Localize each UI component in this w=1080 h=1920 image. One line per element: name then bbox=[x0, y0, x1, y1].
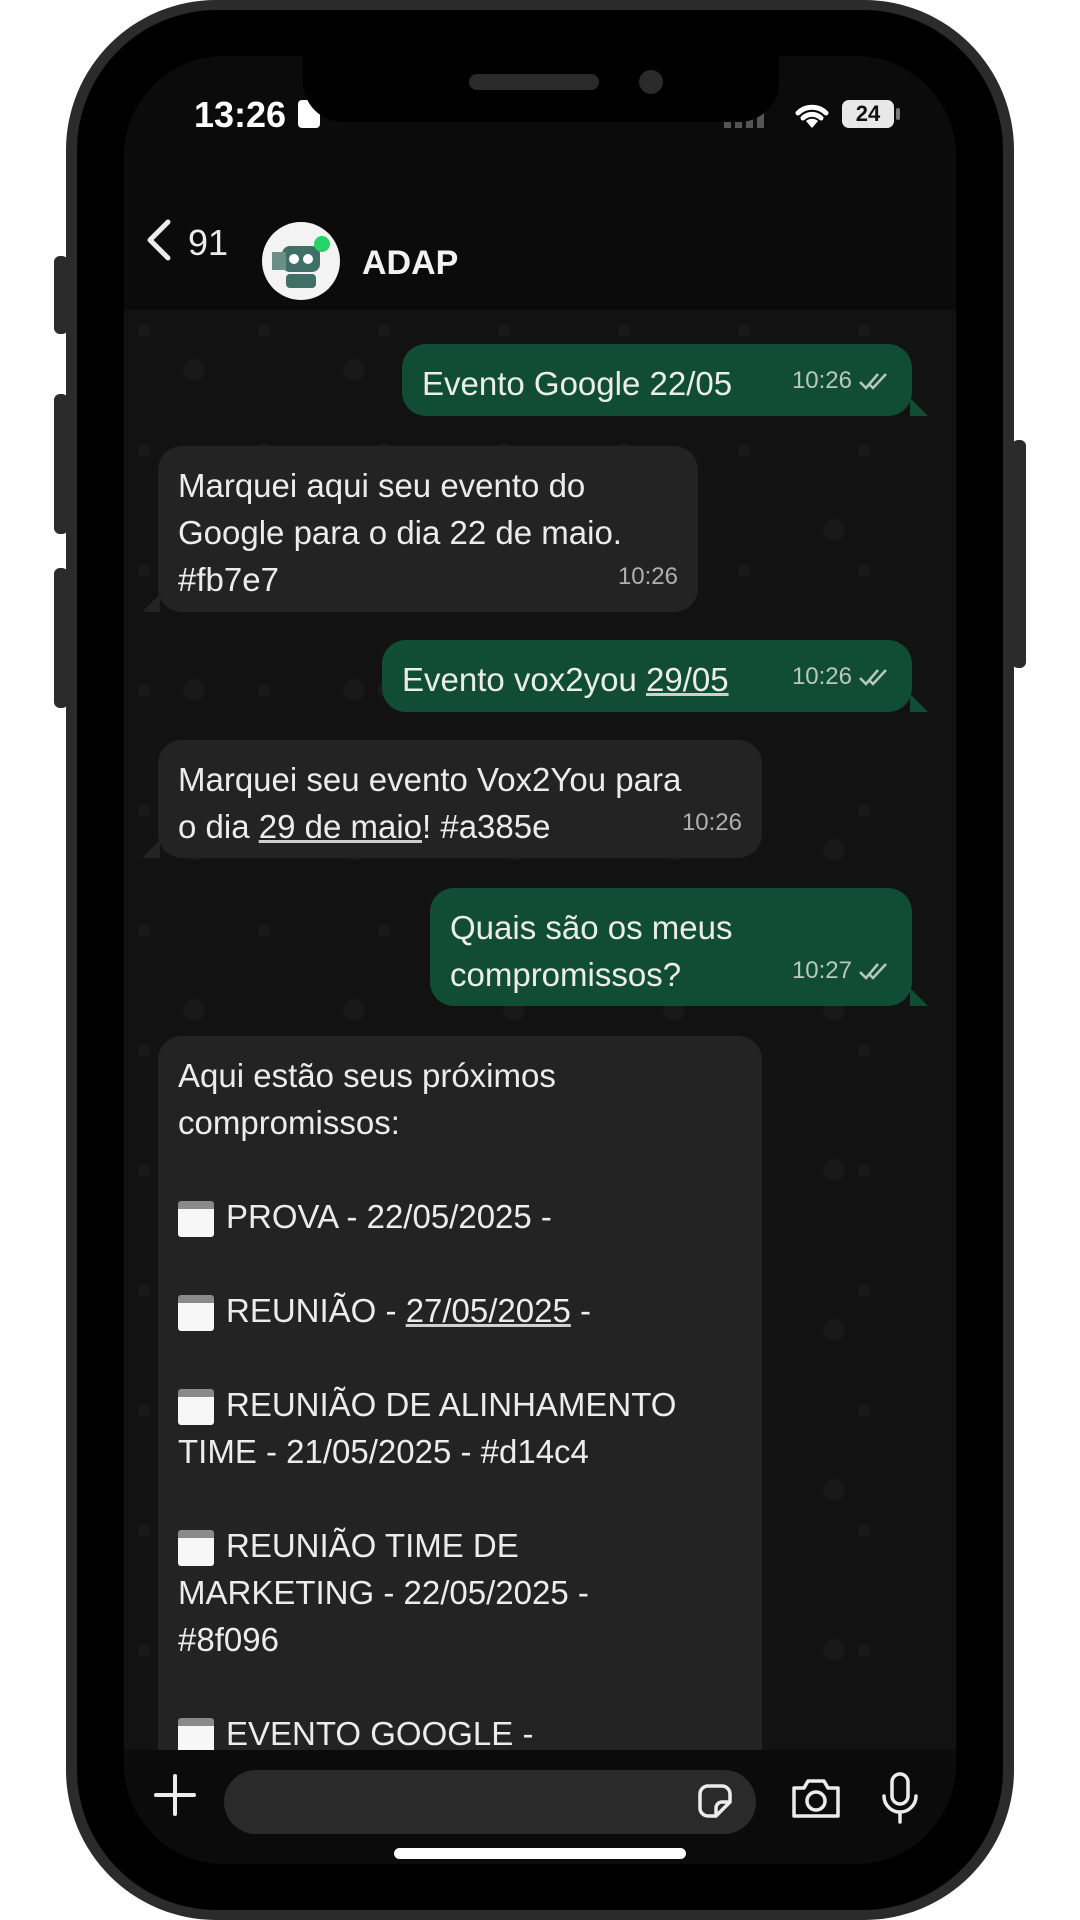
plus-icon[interactable] bbox=[152, 1772, 198, 1818]
list-item: EVENTO GOOGLE - bbox=[178, 1710, 742, 1750]
incoming-message[interactable]: Aqui estão seus próximos compromissos: P… bbox=[158, 1036, 762, 1750]
robot-avatar-icon bbox=[272, 236, 330, 288]
incoming-message[interactable]: Marquei seu evento Vox2You para o dia 29… bbox=[158, 740, 762, 858]
outgoing-message[interactable]: Evento vox2you 29/05 10:26 bbox=[382, 640, 912, 712]
incoming-message[interactable]: Marquei aqui seu evento do Google para o… bbox=[158, 446, 698, 612]
double-check-icon bbox=[859, 962, 887, 980]
bubble-tail bbox=[910, 694, 928, 712]
message-text: Evento Google 22/05 bbox=[422, 365, 733, 402]
calendar-icon bbox=[178, 1389, 214, 1426]
list-item-text: - bbox=[570, 1292, 592, 1329]
home-indicator[interactable] bbox=[394, 1848, 686, 1859]
chat-header: 91 ADAP bbox=[124, 166, 956, 310]
status-time: 13:26 bbox=[194, 94, 287, 135]
bubble-tail bbox=[142, 840, 160, 858]
message-time: 10:26 bbox=[681, 809, 742, 836]
front-camera bbox=[639, 70, 663, 94]
date-link[interactable]: 27/05/2025 bbox=[406, 1292, 571, 1329]
contact-name[interactable]: ADAP bbox=[362, 244, 458, 283]
message-text: o dia bbox=[178, 808, 259, 845]
message-time: 10:26 bbox=[791, 367, 852, 394]
list-item-text: REUNIÃO DE ALINHAMENTO bbox=[226, 1386, 677, 1423]
list-item: REUNIÃO - 27/05/2025 - bbox=[178, 1287, 742, 1334]
back-chevron-icon[interactable] bbox=[144, 218, 174, 262]
double-check-icon bbox=[859, 372, 887, 390]
calendar-icon bbox=[178, 1201, 214, 1238]
list-item: PROVA - 22/05/2025 - bbox=[178, 1193, 742, 1240]
list-item: REUNIÃO DE ALINHAMENTO bbox=[178, 1381, 742, 1428]
message-line: Google para o dia 22 de maio. bbox=[178, 514, 622, 551]
avatar[interactable] bbox=[262, 222, 340, 300]
battery-tip bbox=[896, 108, 900, 120]
speaker-grille bbox=[469, 74, 599, 90]
message-time: 10:26 bbox=[791, 663, 852, 690]
message-list[interactable]: Evento Google 22/05 10:26 Marquei aqui s… bbox=[124, 310, 956, 1750]
message-line: Marquei seu evento Vox2You para bbox=[178, 761, 682, 798]
list-item-text: REUNIÃO TIME DE bbox=[226, 1527, 519, 1564]
message-text: Evento vox2you bbox=[402, 661, 646, 698]
message-line: #fb7e7 bbox=[178, 561, 279, 598]
message-meta: 10:26 bbox=[792, 357, 892, 404]
camera-icon[interactable] bbox=[790, 1776, 842, 1820]
bubble-tail bbox=[910, 988, 928, 1006]
bubble-tail bbox=[910, 398, 928, 416]
composer-bar bbox=[124, 1750, 956, 1864]
message-meta: 10:26 bbox=[792, 653, 892, 700]
bubble-tail bbox=[142, 594, 160, 612]
calendar-icon bbox=[178, 1530, 214, 1567]
calendar-icon bbox=[178, 1718, 214, 1750]
message-line: Marquei aqui seu evento do bbox=[178, 467, 586, 504]
notch bbox=[303, 56, 779, 122]
message-time: 10:26 bbox=[617, 563, 678, 590]
volume-down-button bbox=[54, 568, 68, 708]
list-item-text: TIME - 21/05/2025 - #d14c4 bbox=[178, 1433, 589, 1470]
list-item-text: #8f096 bbox=[178, 1621, 279, 1658]
mute-switch bbox=[54, 256, 68, 334]
microphone-icon[interactable] bbox=[880, 1772, 920, 1824]
battery-icon: 24 bbox=[842, 100, 894, 128]
date-link[interactable]: 29 de maio bbox=[259, 808, 422, 845]
unread-count[interactable]: 91 bbox=[188, 222, 228, 264]
double-check-icon bbox=[859, 668, 887, 686]
list-item-text: PROVA - 22/05/2025 - bbox=[226, 1198, 552, 1235]
message-line: Aqui estão seus próximos bbox=[178, 1057, 556, 1094]
power-button bbox=[1012, 440, 1026, 668]
list-item-text: EVENTO GOOGLE - bbox=[226, 1715, 534, 1750]
message-meta: 10:27 bbox=[792, 947, 892, 994]
volume-up-button bbox=[54, 394, 68, 534]
message-line: Quais são os meus bbox=[450, 909, 733, 946]
calendar-icon bbox=[178, 1295, 214, 1332]
message-input[interactable] bbox=[224, 1770, 756, 1834]
list-item-text: REUNIÃO - bbox=[226, 1292, 406, 1329]
list-item-text: MARKETING - 22/05/2025 - bbox=[178, 1574, 589, 1611]
wifi-icon bbox=[795, 104, 829, 128]
sticker-icon[interactable] bbox=[694, 1780, 736, 1822]
phone-screen: 13:26 24 91 ADAP Evento Google 22/05 10:… bbox=[124, 56, 956, 1864]
outgoing-message[interactable]: Quais são os meus compromissos? 10:27 bbox=[430, 888, 912, 1006]
list-item: REUNIÃO TIME DE bbox=[178, 1522, 742, 1569]
message-time: 10:27 bbox=[791, 957, 852, 984]
outgoing-message[interactable]: Evento Google 22/05 10:26 bbox=[402, 344, 912, 416]
message-text: ! #a385e bbox=[422, 808, 551, 845]
date-link[interactable]: 29/05 bbox=[646, 661, 729, 698]
message-line: compromissos: bbox=[178, 1104, 400, 1141]
